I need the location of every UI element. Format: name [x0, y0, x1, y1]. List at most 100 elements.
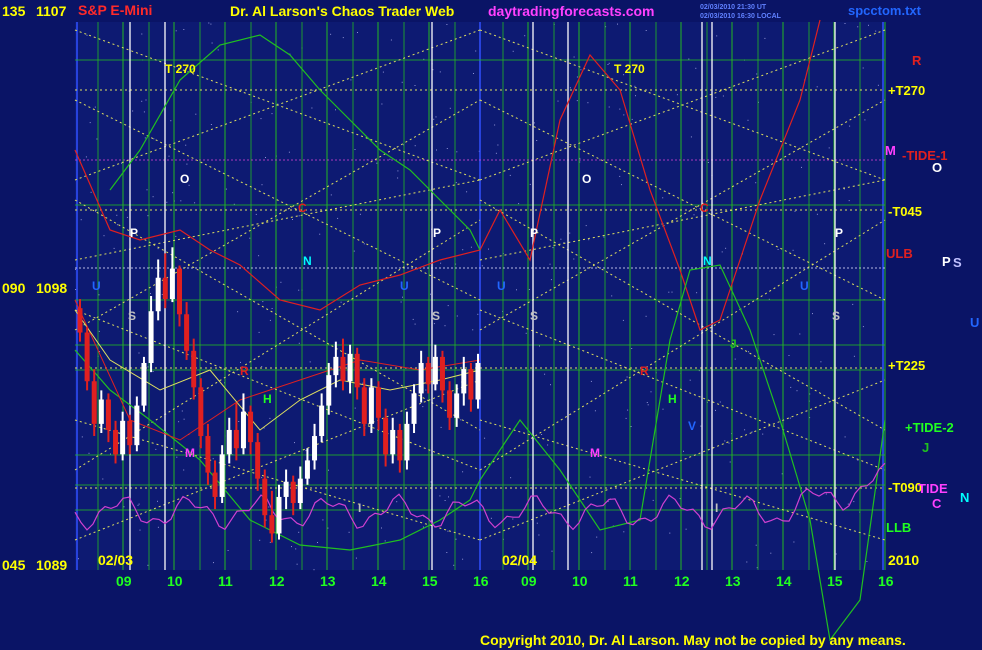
star-dot: [298, 531, 300, 533]
star-dot: [576, 100, 578, 102]
price-bar-body: [240, 411, 246, 449]
star-dot: [180, 200, 182, 202]
star-dot: [715, 409, 716, 411]
in-chart-label: V: [688, 419, 696, 433]
star-dot: [280, 281, 282, 283]
year-label: 2010: [888, 552, 919, 568]
price-bar-body: [98, 399, 104, 424]
price-bar-body: [191, 350, 197, 388]
star-dot: [141, 33, 143, 35]
star-dot: [258, 255, 260, 257]
star-dot: [585, 225, 587, 227]
star-dot: [825, 493, 827, 495]
data-file-name: spcctom.txt: [848, 3, 922, 18]
star-dot: [748, 351, 749, 353]
star-dot: [381, 103, 383, 105]
star-dot: [350, 79, 352, 81]
star-dot: [217, 49, 219, 51]
star-dot: [497, 144, 499, 146]
x-hour-label: 09: [521, 573, 537, 589]
star-dot: [764, 37, 766, 39]
in-chart-label: R: [640, 364, 649, 378]
star-dot: [88, 452, 90, 454]
star-dot: [269, 319, 271, 321]
star-dot: [456, 315, 458, 317]
star-dot: [296, 563, 298, 565]
star-dot: [631, 118, 633, 120]
star-dot: [525, 332, 527, 334]
star-dot: [269, 541, 271, 543]
star-dot: [141, 100, 143, 102]
price-bar-body: [432, 356, 438, 385]
star-dot: [261, 184, 263, 186]
in-chart-label: C: [700, 201, 709, 215]
star-dot: [294, 442, 295, 444]
star-dot: [868, 24, 869, 26]
star-dot: [608, 106, 610, 108]
in-chart-label: S: [832, 309, 840, 323]
star-dot: [462, 471, 464, 473]
right-label: -T090: [888, 480, 922, 495]
in-chart-label: H: [263, 392, 272, 406]
star-dot: [627, 409, 629, 411]
star-dot: [440, 262, 442, 264]
star-dot: [185, 144, 187, 146]
in-chart-label: R: [240, 364, 249, 378]
in-chart-label: O: [180, 172, 189, 186]
star-dot: [623, 531, 625, 533]
star-dot: [362, 382, 364, 384]
star-dot: [195, 113, 197, 115]
price-bar-body: [226, 429, 232, 455]
price-bar-body: [127, 420, 133, 446]
star-dot: [309, 361, 311, 363]
star-dot: [788, 355, 790, 356]
price-bar-body: [354, 353, 360, 388]
star-dot: [462, 558, 464, 560]
star-dot: [541, 434, 543, 435]
star-dot: [707, 162, 709, 163]
star-dot: [123, 506, 125, 508]
star-dot: [260, 118, 262, 120]
star-dot: [227, 550, 229, 551]
star-dot: [528, 289, 530, 290]
star-dot: [617, 23, 618, 25]
right-label: +T270: [888, 83, 925, 98]
star-dot: [573, 56, 575, 58]
star-dot: [549, 263, 551, 265]
star-dot: [342, 37, 344, 39]
x-hour-label: 15: [827, 573, 843, 589]
star-dot: [729, 461, 731, 463]
star-dot: [622, 319, 624, 321]
star-dot: [348, 531, 350, 533]
star-dot: [569, 232, 571, 234]
right-label: M: [885, 143, 896, 158]
star-dot: [237, 311, 239, 313]
star-dot: [607, 64, 609, 65]
star-dot: [298, 289, 300, 291]
star-dot: [847, 503, 849, 505]
star-dot: [75, 268, 76, 270]
star-dot: [261, 477, 263, 479]
star-dot: [446, 24, 448, 25]
star-dot: [271, 308, 273, 309]
star-dot: [634, 85, 636, 87]
star-dot: [422, 526, 424, 528]
price-bar-body: [290, 481, 296, 504]
star-dot: [397, 177, 399, 179]
star-dot: [382, 71, 384, 73]
star-dot: [75, 289, 77, 290]
right-label: +TIDE-2: [905, 420, 954, 435]
star-dot: [509, 174, 511, 176]
in-chart-label: S: [432, 309, 440, 323]
in-chart-label: H: [668, 392, 677, 406]
star-dot: [552, 247, 554, 249]
star-dot: [544, 208, 546, 210]
star-dot: [625, 417, 627, 419]
star-dot: [147, 366, 149, 368]
star-dot: [183, 29, 185, 30]
star-dot: [608, 62, 610, 64]
star-dot: [789, 417, 791, 419]
y-tick-mid-price: 1098: [36, 280, 67, 296]
star-dot: [645, 30, 647, 31]
star-dot: [539, 345, 540, 347]
